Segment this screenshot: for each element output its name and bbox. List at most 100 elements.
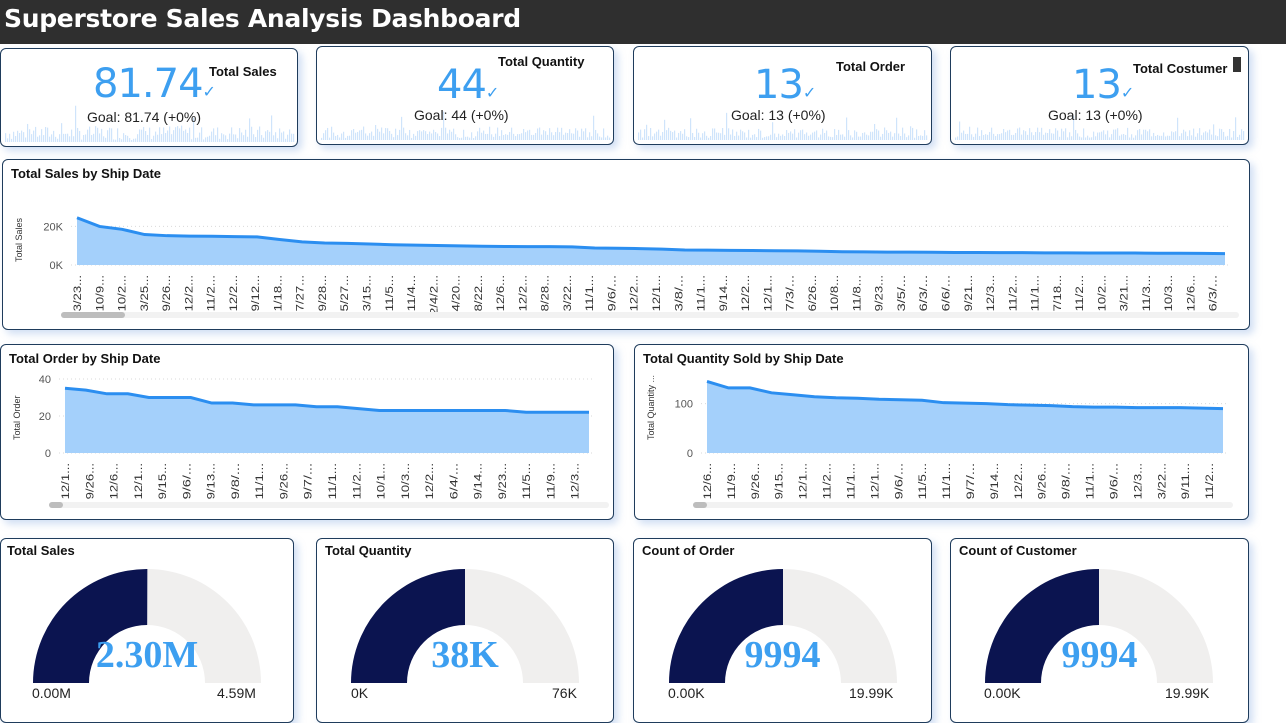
sparkline-bar: [800, 130, 802, 140]
sparkline-bar: [395, 128, 397, 140]
sparkline-bar: [29, 129, 31, 142]
sparkline-bar: [517, 134, 519, 140]
sparkline-bar: [489, 126, 491, 140]
sparkline-bar: [433, 129, 435, 140]
sparkline-bar: [411, 137, 413, 140]
sparkline-bar: [73, 136, 75, 142]
x-tick-label: 9/6/...: [893, 463, 905, 499]
scrollbar-track[interactable]: [61, 312, 1239, 318]
kpi-card-total-customer[interactable]: Total Costumer 13✓ Goal: 13 (+0%): [950, 46, 1249, 145]
sparkline-bar: [995, 136, 997, 140]
sparkline-bar: [1039, 132, 1041, 140]
sparkline-bar: [197, 137, 199, 142]
gauge-card-count-of-order[interactable]: Count of Order 9994 0.00K 19.99K: [633, 538, 932, 723]
sparkline-bar: [419, 130, 421, 140]
sparkline-bar: [273, 135, 275, 142]
kpi-card-total-sales[interactable]: Total Sales 81.74✓ Goal: 81.74 (+0%): [0, 48, 298, 147]
sparkline-bar: [1231, 137, 1233, 140]
kpi-goal: Goal: 81.74 (+0%): [87, 109, 202, 125]
sparkline-bar: [1137, 130, 1139, 140]
sparkline-bar: [9, 133, 11, 142]
sparkline-bar: [1161, 135, 1163, 140]
sparkline-bar: [734, 135, 736, 140]
kpi-card-total-order[interactable]: Total Order 13✓ Goal: 13 (+0%): [633, 46, 932, 145]
sparkline-bar: [499, 136, 501, 140]
order-area-chart[interactable]: 40 20 0 Total Order 12/1... 9/26... 12/6... 12/…: [1, 345, 611, 517]
sparkline-bar: [908, 135, 910, 140]
sparkline-bar: [820, 134, 822, 140]
sparkline-bar: [223, 134, 225, 142]
kpi-card-total-quantity[interactable]: Total Quantity 44✓ Goal: 44 (+0%): [316, 46, 614, 145]
sparkline-bar: [31, 134, 33, 142]
y-axis-label: Total Order: [12, 395, 22, 440]
sparkline-bar: [119, 137, 121, 142]
sparkline-bar: [886, 130, 888, 140]
sparkline-bar: [329, 137, 331, 140]
sparkline-bar: [217, 127, 219, 142]
x-tick-label: 6/3/...: [918, 275, 930, 311]
x-tick-label: 10/2...: [1096, 275, 1108, 311]
gauge-value: 9994: [1061, 634, 1138, 676]
scrollbar-track[interactable]: [49, 502, 609, 508]
sparkline-bar: [535, 133, 537, 140]
quantity-area-chart[interactable]: 100 0 Total Quantity ... 12/6... 11/9... 9/26…: [635, 345, 1246, 517]
sparkline-bar: [806, 132, 808, 140]
sparkline-bar: [660, 135, 662, 140]
gauge-card-total-sales[interactable]: Total Sales 2.30M 0.00M 4.59M: [0, 538, 294, 723]
gauge-card-count-of-customer[interactable]: Count of Customer 9994 0.00K 19.99K: [950, 538, 1249, 723]
sparkline-bar: [752, 134, 754, 140]
scrollbar-thumb[interactable]: [693, 502, 707, 508]
chart-order-by-ship-date[interactable]: Total Order by Ship Date 40 20 0 Total Orde…: [0, 344, 614, 520]
sparkline-bar: [487, 133, 489, 140]
sparkline-bar: [525, 132, 527, 140]
sparkline-bar: [213, 128, 215, 142]
sparkline-bar: [922, 135, 924, 140]
sparkline-bar: [17, 130, 19, 142]
kpi-goal: Goal: 13 (+0%): [1048, 107, 1143, 123]
sparkline-bar: [981, 130, 983, 140]
sparkline-bar: [874, 124, 876, 140]
more-options-icon[interactable]: [1233, 57, 1241, 72]
kpi-title: Total Sales: [209, 64, 277, 79]
gauge-card-total-quantity[interactable]: Total Quantity 38K 0K 76K: [316, 538, 614, 723]
sparkline-bar: [780, 135, 782, 140]
sparkline-bar: [1209, 129, 1211, 140]
sparkline-bar: [698, 132, 700, 140]
sparkline-bar: [1111, 134, 1113, 140]
sparkline-bar: [331, 126, 333, 140]
x-tick-label: 10/3...: [1163, 275, 1175, 311]
sparkline-bar: [343, 131, 345, 140]
sparkline-bar: [445, 127, 447, 140]
sparkline-bar: [149, 127, 151, 142]
sparkline-bar: [465, 136, 467, 140]
sparkline-bar: [381, 127, 383, 140]
x-tick-label: 12/2...: [740, 275, 752, 311]
sparkline-bar: [888, 132, 890, 140]
sparkline-bar: [97, 127, 99, 142]
sparkline-bar: [896, 117, 898, 140]
x-tick-label: 9/6/...: [1108, 463, 1120, 499]
y-axis-label: Total Sales: [14, 217, 24, 262]
x-tick-label: 8/22...: [473, 275, 485, 311]
sparkline-bar: [1081, 137, 1083, 140]
sparkline-bar: [415, 135, 417, 140]
chart-quantity-by-ship-date[interactable]: Total Quantity Sold by Ship Date 100 0 Tot…: [634, 344, 1249, 520]
chart-sales-by-ship-date[interactable]: Total Sales by Ship Date 20K 0K Total Sale…: [2, 159, 1250, 330]
scrollbar-track[interactable]: [693, 502, 1233, 508]
sparkline-bar: [1009, 129, 1011, 140]
sparkline-bar: [792, 133, 794, 140]
sparkline-bar: [321, 137, 323, 140]
sparkline-bar: [277, 138, 279, 142]
sparkline-bar: [439, 136, 441, 140]
sparkline-bar: [189, 127, 191, 142]
sparkline-bar: [83, 134, 85, 142]
sparkline-bar: [1233, 131, 1235, 140]
scrollbar-thumb[interactable]: [49, 502, 63, 508]
scrollbar-thumb[interactable]: [61, 312, 125, 318]
x-tick-label: 12/1...: [798, 463, 810, 499]
sparkline-bar: [957, 136, 959, 140]
sparkline-bar: [147, 134, 149, 142]
sparkline-bar: [1201, 135, 1203, 140]
sparkline-bar: [431, 133, 433, 140]
sales-area-chart[interactable]: 20K 0K Total Sales 3/23... 10/9... 10/2... 3/2…: [3, 160, 1247, 327]
